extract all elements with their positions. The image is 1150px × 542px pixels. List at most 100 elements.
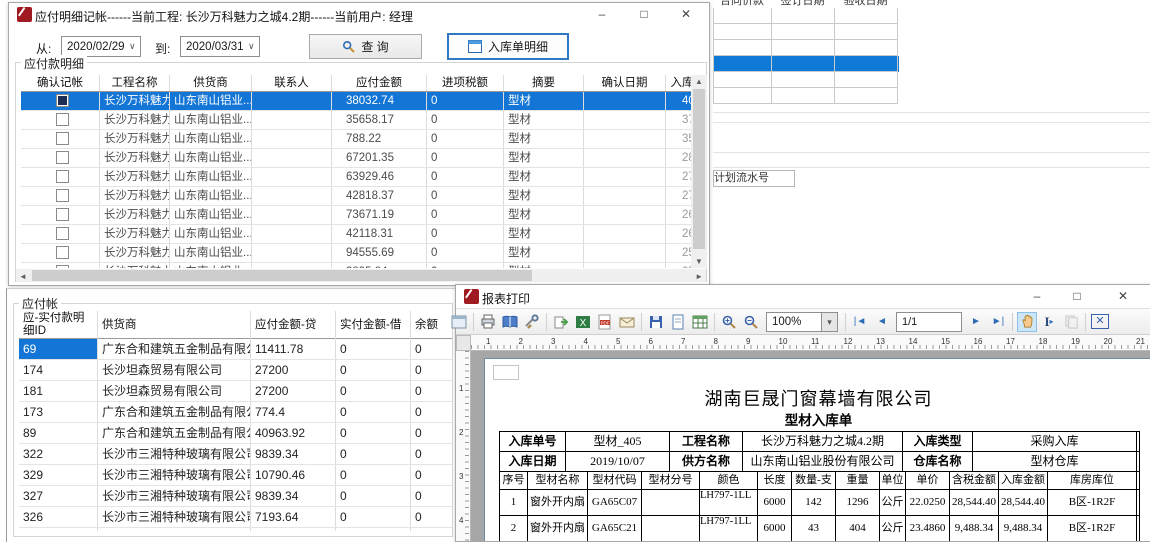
from-date-picker[interactable]: 2020/02/29 ∨: [61, 36, 141, 57]
table-row[interactable]: 长沙万科魅力...山东南山铝业...35658.170型材376: [21, 111, 699, 130]
scroll-down-icon[interactable]: ▼: [691, 257, 707, 266]
column-header[interactable]: 应-实付款明 细ID: [19, 311, 98, 339]
save-icon[interactable]: [646, 312, 666, 332]
chevron-down-icon[interactable]: ∨: [244, 41, 259, 52]
table-row[interactable]: 长沙万科魅力...山东南山铝业...63929.460型材276: [21, 168, 699, 187]
prev-page-icon[interactable]: ◄: [872, 312, 892, 332]
table-row[interactable]: 长沙万科魅力...山东南山铝业...788.220型材358: [21, 130, 699, 149]
confirm-checkbox[interactable]: [56, 227, 69, 240]
pdf-export-icon[interactable]: PDF: [595, 312, 615, 332]
table-row[interactable]: 长沙万科魅力...山东南山铝业...73671.190型材266: [21, 206, 699, 225]
mail-icon[interactable]: [617, 312, 637, 332]
zoom-level-select[interactable]: 100% ▾: [766, 312, 838, 332]
table-row[interactable]: 长沙万科魅力...山东南山铝业...3895.840型材250: [21, 263, 699, 268]
close-preview-icon[interactable]: ✕: [1090, 312, 1110, 332]
scroll-right-icon[interactable]: ►: [695, 272, 703, 281]
report-print-window: 报表打印 – □ ✕ X PDF: [455, 284, 1150, 542]
close-button[interactable]: ✕: [1106, 285, 1140, 308]
excel-export-icon[interactable]: X: [573, 312, 593, 332]
table-row[interactable]: 329长沙市三湘特种玻璃有限公司10790.4600: [19, 465, 453, 486]
table-row[interactable]: [713, 88, 899, 104]
entry-form-icon: [468, 40, 482, 53]
confirm-checkbox[interactable]: [56, 113, 69, 126]
column-header[interactable]: 供货商: [170, 75, 252, 91]
data-grid-icon[interactable]: [690, 312, 710, 332]
table-row[interactable]: [713, 8, 899, 24]
confirm-checkbox[interactable]: [56, 265, 69, 268]
confirm-checkbox[interactable]: [56, 208, 69, 221]
table-row[interactable]: 174长沙坦森贸易有限公司2720000: [19, 360, 453, 381]
column-header[interactable]: 应付金额: [332, 75, 427, 91]
grid-header-row[interactable]: 确认记帐工程名称供货商联系人应付金额进项税额摘要确认日期入库: [21, 75, 699, 92]
table-row[interactable]: 长沙万科魅力...山东南山铝业...67201.350型材283: [21, 149, 699, 168]
zoom-out-icon[interactable]: [741, 312, 761, 332]
maximize-button[interactable]: □: [627, 3, 661, 26]
scroll-up-icon[interactable]: ▲: [691, 77, 707, 86]
table-row[interactable]: [713, 24, 899, 40]
confirm-checkbox[interactable]: [56, 246, 69, 259]
column-header[interactable]: 应付金额-贷: [251, 311, 336, 339]
next-page-icon[interactable]: ►: [966, 312, 986, 332]
minimize-button[interactable]: –: [1020, 285, 1054, 308]
book-preview-icon[interactable]: [500, 312, 520, 332]
entry-detail-button[interactable]: 入库单明细: [447, 33, 569, 60]
text-select-tool-icon[interactable]: I▸: [1039, 312, 1059, 332]
confirm-checkbox[interactable]: [56, 170, 69, 183]
confirm-checkbox[interactable]: [56, 189, 69, 202]
grid-header-row[interactable]: 应-实付款明 细ID供货商应付金额-贷实付金额-借余额: [19, 311, 453, 339]
page-setup-icon[interactable]: [668, 312, 688, 332]
table-row[interactable]: [713, 72, 899, 88]
horizontal-scrollbar[interactable]: ◄ ►: [16, 269, 706, 282]
table-row[interactable]: [713, 56, 899, 72]
column-header: 签订日期: [771, 0, 834, 8]
titlebar[interactable]: 应付明细记帐------当前工程: 长沙万科魅力之城4.2期------当前用户…: [9, 3, 709, 26]
hand-pan-tool-icon[interactable]: [1017, 312, 1037, 332]
confirm-checkbox[interactable]: [56, 94, 69, 107]
zoom-in-icon[interactable]: [719, 312, 739, 332]
table-cell: 0: [411, 423, 453, 443]
column-header[interactable]: 工程名称: [100, 75, 170, 91]
vertical-scrollbar[interactable]: ▲ ▼: [691, 75, 707, 268]
chevron-down-icon[interactable]: ▾: [821, 313, 837, 331]
query-button[interactable]: 查 询: [309, 34, 422, 59]
column-header[interactable]: 联系人: [252, 75, 332, 91]
settings-tools-icon[interactable]: [522, 312, 542, 332]
scroll-left-icon[interactable]: ◄: [19, 272, 27, 281]
table-row[interactable]: 长沙万科魅力...山东南山铝业...42118.310型材265: [21, 225, 699, 244]
column-header[interactable]: 确认日期: [584, 75, 666, 91]
table-row[interactable]: 322长沙市三湘特种玻璃有限公司9839.3400: [19, 444, 453, 465]
table-row[interactable]: 长沙万科魅力...山东南山铝业...94555.690型材251: [21, 244, 699, 263]
export-icon[interactable]: [551, 312, 571, 332]
preview-area[interactable]: 1234 湖南巨晟门窗幕墙有限公司 型材入库单 入库单号型材_405工程名称长沙…: [456, 351, 1150, 541]
print-icon[interactable]: [478, 312, 498, 332]
confirm-checkbox[interactable]: [56, 151, 69, 164]
confirm-checkbox[interactable]: [56, 132, 69, 145]
last-page-icon[interactable]: ►|: [988, 312, 1008, 332]
copy-icon[interactable]: [1061, 312, 1081, 332]
table-row[interactable]: 326长沙市三湘特种玻璃有限公司7193.6400: [19, 507, 453, 528]
table-row[interactable]: 长沙市三湘特种玻璃有限公司: [19, 528, 453, 531]
maximize-button[interactable]: □: [1060, 285, 1094, 308]
column-header[interactable]: 实付金额-借: [336, 311, 411, 339]
close-button[interactable]: ✕: [669, 3, 703, 26]
table-row[interactable]: 69广东合和建筑五金制品有限公司11411.7800: [19, 339, 453, 360]
minimize-button[interactable]: –: [585, 3, 619, 26]
first-page-icon[interactable]: |◄: [850, 312, 870, 332]
table-row[interactable]: 181长沙坦森贸易有限公司2720000: [19, 381, 453, 402]
report-design-icon[interactable]: [449, 312, 469, 332]
table-row[interactable]: [713, 40, 899, 56]
column-header[interactable]: 确认记帐: [21, 75, 100, 91]
page-number-input[interactable]: 1/1: [896, 312, 962, 332]
table-row[interactable]: 长沙万科魅力...山东南山铝业...38032.740型材405: [21, 92, 699, 111]
table-row[interactable]: 327长沙市三湘特种玻璃有限公司9839.3400: [19, 486, 453, 507]
titlebar[interactable]: 报表打印 – □ ✕: [456, 285, 1150, 308]
table-row[interactable]: 173广东合和建筑五金制品有限公司774.400: [19, 402, 453, 423]
column-header[interactable]: 供货商: [98, 311, 251, 339]
table-row[interactable]: 长沙万科魅力...山东南山铝业...42818.370型材275: [21, 187, 699, 206]
column-header[interactable]: 进项税额: [427, 75, 504, 91]
column-header[interactable]: 摘要: [504, 75, 584, 91]
column-header[interactable]: 余额: [411, 311, 453, 339]
to-date-picker[interactable]: 2020/03/31 ∨: [180, 36, 260, 57]
chevron-down-icon[interactable]: ∨: [125, 41, 140, 52]
table-row[interactable]: 89广东合和建筑五金制品有限公司40963.9200: [19, 423, 453, 444]
